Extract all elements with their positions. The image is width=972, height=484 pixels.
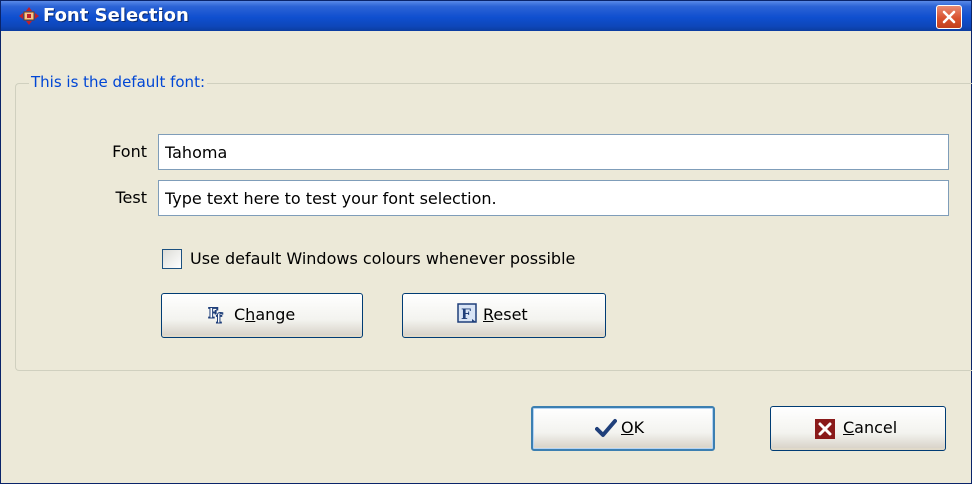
x-icon: [815, 419, 835, 439]
ok-button-rest: K: [633, 418, 645, 437]
close-button[interactable]: [936, 5, 962, 29]
font-reset-icon: F: [457, 303, 477, 323]
use-default-colours-checkbox[interactable]: [162, 249, 182, 269]
cancel-button[interactable]: Cancel: [770, 406, 946, 451]
change-button-rest: ange: [255, 305, 296, 324]
svg-text:F: F: [461, 307, 471, 323]
use-default-colours-label[interactable]: Use default Windows colours whenever pos…: [190, 249, 575, 269]
change-button[interactable]: F f Change: [161, 293, 363, 338]
svg-text:f: f: [216, 311, 223, 325]
test-label: Test: [115, 188, 147, 207]
font-selection-dialog: Font Selection This is the default font:…: [0, 0, 972, 484]
cancel-button-access-key: C: [843, 418, 855, 437]
font-change-icon: F f: [208, 306, 224, 326]
font-label: Font: [112, 142, 147, 161]
change-button-access-key: h: [245, 305, 256, 324]
reset-button-access-key: R: [483, 305, 494, 324]
test-text-field[interactable]: [158, 180, 949, 216]
group-label: This is the default font:: [29, 73, 208, 91]
window-title: Font Selection: [43, 5, 189, 26]
reset-button-rest: eset: [493, 305, 528, 324]
app-icon: [19, 7, 39, 25]
ok-button-access-key: O: [621, 418, 634, 437]
title-bar[interactable]: Font Selection: [1, 1, 971, 31]
ok-button[interactable]: OK: [531, 406, 715, 451]
change-button-prefix: C: [234, 305, 246, 324]
font-name-field[interactable]: [158, 134, 949, 170]
close-icon: [942, 10, 956, 24]
checkmark-icon: [595, 419, 617, 437]
reset-button[interactable]: F Reset: [402, 293, 606, 338]
cancel-button-rest: ancel: [854, 418, 898, 437]
